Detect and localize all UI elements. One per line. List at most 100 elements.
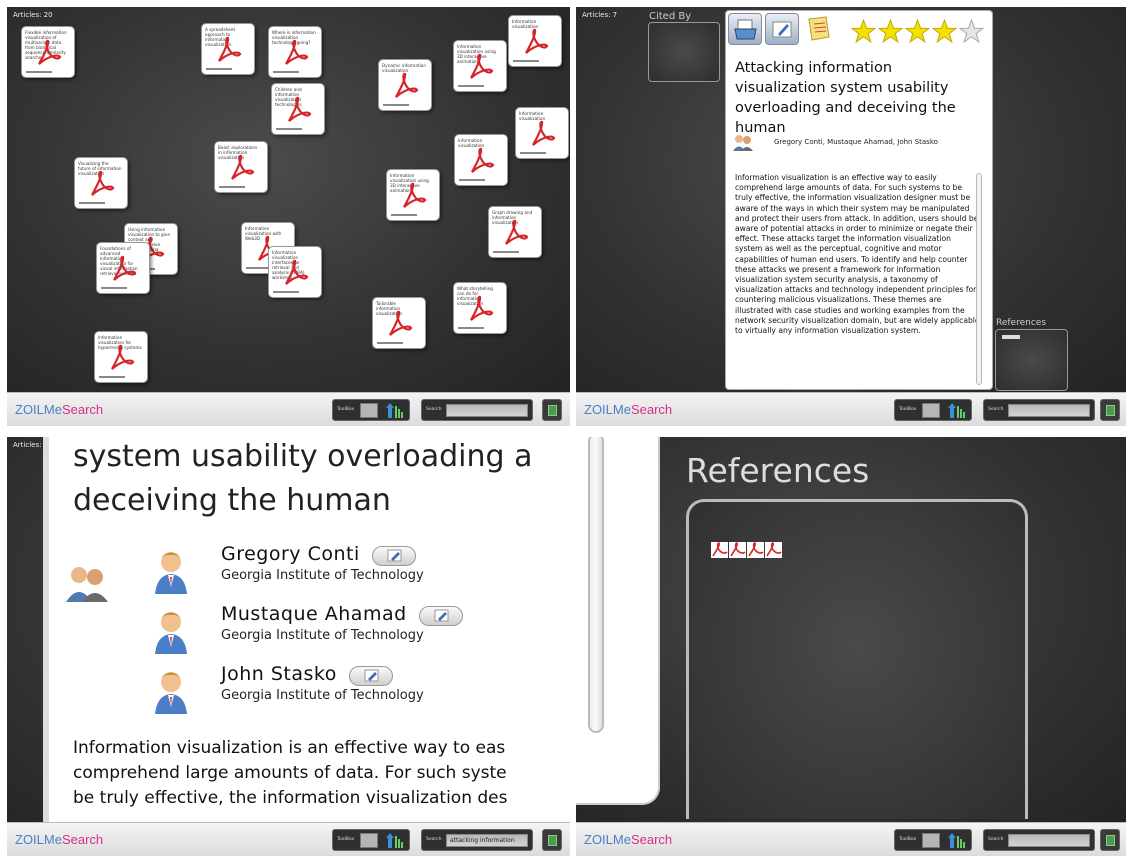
article-card[interactable]: Where is information visualization techn…	[269, 27, 321, 77]
article-card[interactable]: Dynamic information visualization	[379, 60, 431, 110]
delete-tool-icon[interactable]	[922, 833, 940, 848]
card-footer-line	[79, 202, 105, 204]
article-card[interactable]: Information visualization	[455, 135, 507, 185]
author-affiliation: Georgia Institute of Technology	[221, 687, 424, 703]
sort-tool-icon[interactable]	[385, 832, 403, 849]
pdf-icon	[113, 255, 137, 281]
card-footer-line	[459, 179, 485, 181]
search-label: Search	[426, 837, 442, 842]
pdf-icon	[532, 120, 556, 146]
exit-icon	[1106, 835, 1115, 846]
article-canvas[interactable]: Articles: 1 system usability overloading…	[7, 437, 570, 833]
article-card[interactable]: Information visualization	[509, 16, 561, 66]
article-card[interactable]: Flexible information visualization of mu…	[22, 27, 74, 77]
pencil-icon	[434, 609, 449, 621]
article-card[interactable]: Information visualization using 3D inter…	[454, 41, 506, 91]
go-button[interactable]	[542, 829, 562, 851]
article-card[interactable]: Information visualization for hypermedia…	[95, 332, 147, 382]
author-name: John Stasko	[221, 663, 337, 685]
search-input[interactable]	[446, 404, 528, 417]
print-button[interactable]	[728, 13, 762, 45]
card-footer-line	[273, 71, 299, 73]
article-card[interactable]: Information visualization	[516, 108, 568, 158]
pdf-icon	[403, 182, 427, 208]
edit-author-button[interactable]	[371, 545, 416, 566]
references-panel[interactable]	[686, 499, 1028, 819]
author-affiliation: Georgia Institute of Technology	[221, 627, 424, 643]
app-logo: ZOILMeSearch	[15, 402, 104, 417]
app-logo: ZOILMeSearch	[584, 402, 673, 417]
go-button[interactable]	[542, 399, 562, 421]
article-canvas[interactable]: Articles: 20 Flexible information visual…	[7, 7, 570, 392]
search-input[interactable]	[1008, 404, 1090, 417]
sort-tool-icon[interactable]	[947, 402, 965, 419]
article-card[interactable]: Bead: explorations in information visual…	[215, 142, 267, 192]
article-card[interactable]: Information visualization using 3D inter…	[387, 170, 439, 220]
article-card[interactable]: Information visualization interfaces for…	[269, 247, 321, 297]
edit-author-button[interactable]	[348, 665, 393, 686]
star-icon[interactable]	[905, 19, 930, 44]
article-canvas[interactable]: References	[576, 437, 1126, 822]
author-name: Mustaque Ahamad	[221, 603, 407, 625]
detail-panel-edge	[576, 437, 660, 805]
app-logo: ZOILMeSearch	[584, 832, 673, 847]
star-icon[interactable]	[932, 19, 957, 44]
article-canvas[interactable]: Articles: 7 Cited By References Attackin…	[576, 7, 1126, 392]
notes-icon[interactable]	[806, 15, 832, 43]
delete-tool-icon[interactable]	[922, 403, 940, 418]
references-heading: References	[686, 451, 870, 490]
author-entry: Gregory Conti Georgia Institute of Techno…	[221, 543, 424, 583]
references-panel[interactable]	[995, 329, 1068, 391]
article-card[interactable]: Foundations of advanced information visu…	[97, 243, 149, 293]
abstract-scrollbar[interactable]	[976, 173, 982, 385]
star-icon[interactable]	[878, 19, 903, 44]
person-icon	[155, 672, 187, 714]
toolbox: ToolBox	[894, 399, 972, 421]
article-card[interactable]: Graph drawing and information visualizat…	[489, 207, 541, 257]
pdf-icon	[91, 170, 115, 196]
go-button[interactable]	[1100, 399, 1120, 421]
article-detail-panel-zoomed: system usability overloading a deceiving…	[49, 437, 570, 833]
reference-pdf-icon[interactable]	[747, 542, 764, 558]
delete-tool-icon[interactable]	[360, 403, 378, 418]
star-icon[interactable]	[959, 19, 984, 44]
card-footer-line	[26, 71, 52, 73]
delete-tool-icon[interactable]	[360, 833, 378, 848]
star-icon[interactable]	[851, 19, 876, 44]
go-button[interactable]	[1100, 829, 1120, 851]
pdf-icon	[38, 39, 62, 65]
article-card[interactable]: Visualizing the future of information vi…	[75, 158, 127, 208]
search-input[interactable]	[1008, 834, 1090, 847]
sort-tool-icon[interactable]	[947, 832, 965, 849]
reference-pdf-icon[interactable]	[711, 542, 728, 558]
edit-author-button[interactable]	[418, 605, 463, 626]
author-name: Gregory Conti	[221, 543, 360, 565]
card-footer-line	[219, 186, 245, 188]
rating-stars[interactable]	[851, 19, 991, 45]
pdf-icon	[111, 344, 135, 370]
reference-thumbnails	[711, 542, 783, 562]
card-footer-line	[276, 128, 302, 130]
sort-tool-icon[interactable]	[385, 402, 403, 419]
card-footer-line	[377, 342, 403, 344]
edit-button[interactable]	[765, 13, 799, 45]
scrollbar-track[interactable]	[588, 437, 604, 733]
article-card[interactable]: A spreadsheet approach to information vi…	[202, 24, 254, 74]
article-card[interactable]: Children and information visualization t…	[272, 84, 324, 134]
abstract-line-2: comprehend large amounts of data. For su…	[73, 763, 507, 783]
reference-pdf-icon[interactable]	[729, 542, 746, 558]
article-card[interactable]: Tailorable information visualization	[373, 298, 425, 348]
search-input[interactable]	[446, 834, 528, 847]
pdf-icon	[470, 53, 494, 79]
pdf-icon	[470, 295, 494, 321]
article-card[interactable]: What storytelling can do for information…	[454, 283, 506, 333]
toolbox: ToolBox	[894, 829, 972, 851]
reference-pdf-icon[interactable]	[765, 542, 782, 558]
cited-by-panel[interactable]	[648, 22, 720, 82]
references-label: References	[996, 318, 1047, 328]
pdf-icon	[288, 96, 312, 122]
toolbox: ToolBox	[332, 829, 410, 851]
pencil-icon	[364, 669, 379, 681]
exit-icon	[548, 405, 557, 416]
article-title-line-2: deceiving the human	[73, 483, 391, 518]
